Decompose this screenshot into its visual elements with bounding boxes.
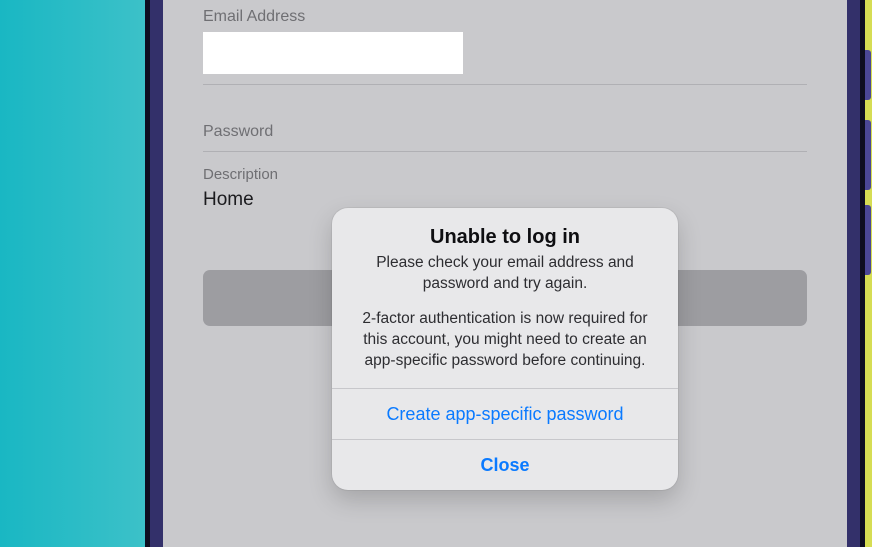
login-form: Email Address Password Description Home (203, 0, 807, 211)
email-input[interactable] (203, 32, 463, 74)
email-field[interactable]: Email Address (203, 8, 807, 85)
wallpaper: Email Address Password Description Home … (0, 0, 872, 547)
phone-side-button (865, 205, 871, 275)
alert-dialog: Unable to log in Please check your email… (332, 208, 678, 490)
alert-title: Unable to log in (352, 226, 658, 249)
description-field[interactable]: Description Home (203, 166, 807, 211)
email-label: Email Address (203, 8, 807, 26)
alert-body: Unable to log in Please check your email… (332, 208, 678, 388)
close-button[interactable]: Close (332, 440, 678, 490)
create-app-specific-password-button[interactable]: Create app-specific password (332, 389, 678, 439)
phone-side-button (865, 120, 871, 190)
alert-message-1: Please check your email address and pass… (352, 253, 658, 295)
phone-frame: Email Address Password Description Home … (145, 0, 865, 547)
alert-message-2: 2-factor authentication is now required … (352, 309, 658, 372)
screen: Email Address Password Description Home … (163, 0, 847, 547)
password-field[interactable]: Password (203, 123, 807, 152)
phone-side-button (865, 50, 871, 100)
description-label: Description (203, 166, 807, 183)
password-label: Password (203, 123, 807, 141)
